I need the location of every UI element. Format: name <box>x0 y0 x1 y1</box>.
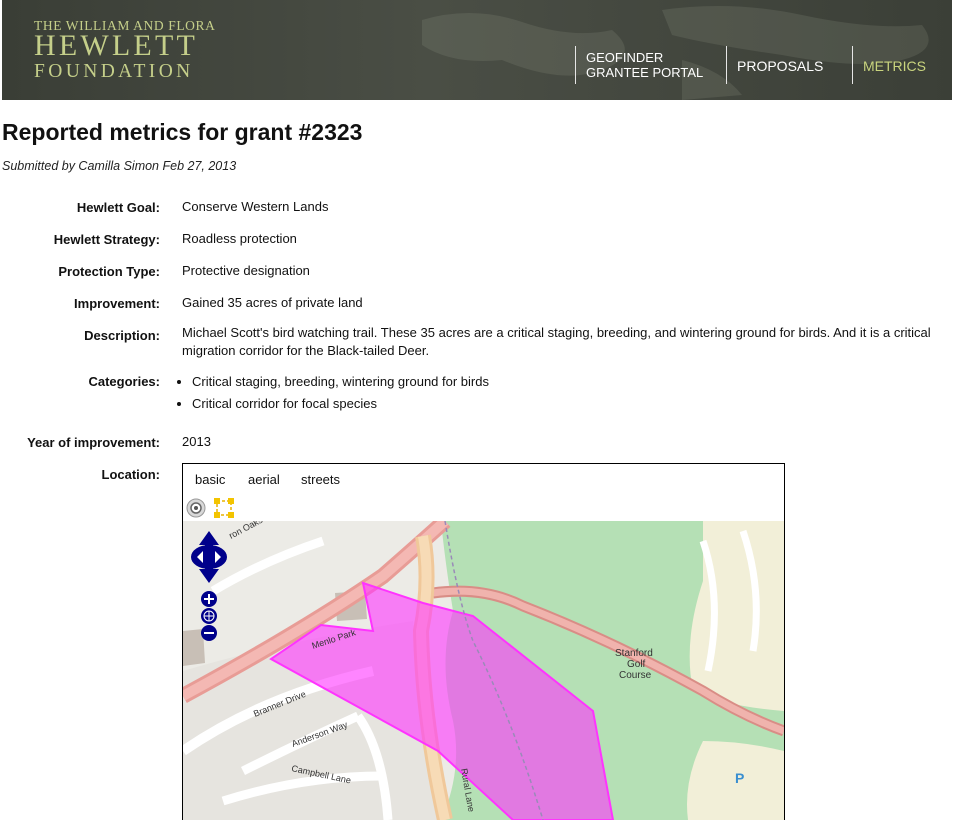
goal-label: Hewlett Goal: <box>76 200 160 215</box>
nav-divider <box>852 46 853 84</box>
zoom-in-icon[interactable] <box>201 591 217 607</box>
nav-divider <box>726 46 727 84</box>
map-label-course: Course <box>619 670 652 681</box>
map-tools <box>186 498 234 518</box>
logo-line-hewlett: HEWLETT <box>34 29 199 62</box>
nav-metrics[interactable]: METRICS <box>863 59 926 74</box>
category-item: Critical corridor for focal species <box>192 396 489 412</box>
map-label-stanford: Stanford <box>615 648 653 659</box>
strategy-label: Hewlett Strategy: <box>53 232 160 247</box>
improvement-value: Gained 35 acres of private land <box>182 295 363 310</box>
map-tab-streets[interactable]: streets <box>301 472 340 487</box>
description-label: Description: <box>84 328 160 343</box>
navigate-tool-icon[interactable] <box>186 498 206 518</box>
nav-divider <box>575 46 576 84</box>
zoom-out-icon[interactable] <box>201 625 217 641</box>
goal-value: Conserve Western Lands <box>182 199 329 214</box>
location-label: Location: <box>101 467 161 482</box>
protection-type-value: Protective designation <box>182 263 310 278</box>
logo-line-foundation: FOUNDATION <box>34 61 194 82</box>
map-tab-basic[interactable]: basic <box>195 472 225 487</box>
description-value: Michael Scott's bird watching trail. The… <box>182 325 931 358</box>
categories-label: Categories: <box>88 374 160 389</box>
nav-geofinder-line1: GEOFINDER <box>586 50 664 65</box>
year-label: Year of improvement: <box>27 435 160 450</box>
site-header: THE WILLIAM AND FLORA HEWLETT FOUNDATION… <box>2 0 952 100</box>
map-canvas[interactable]: ron Oaks Drive Menlo Park Stanford Golf … <box>183 521 784 820</box>
nav-proposals[interactable]: PROPOSALS <box>737 59 823 74</box>
categories-list: Critical staging, breeding, wintering gr… <box>174 374 489 418</box>
draw-polygon-icon[interactable] <box>214 498 234 518</box>
map-tab-aerial[interactable]: aerial <box>248 472 280 487</box>
protection-type-label: Protection Type: <box>58 264 160 279</box>
improvement-label: Improvement: <box>74 296 160 311</box>
parking-icon: P <box>735 770 744 786</box>
category-item: Critical staging, breeding, wintering gr… <box>192 374 489 390</box>
nav-geofinder-portal[interactable]: GEOFINDER GRANTEE PORTAL <box>586 50 703 80</box>
location-map[interactable]: basic aerial streets Menlo Park Stanford… <box>182 463 785 820</box>
year-value: 2013 <box>182 434 211 449</box>
map-label-golf: Golf <box>627 659 646 670</box>
nav-geofinder-line2: GRANTEE PORTAL <box>586 65 704 80</box>
submitted-by-text: Submitted by Camilla Simon Feb 27, 2013 <box>2 159 237 173</box>
globe-icon[interactable] <box>201 608 217 624</box>
page-title: Reported metrics for grant #2323 <box>2 119 363 145</box>
strategy-value: Roadless protection <box>182 231 297 246</box>
